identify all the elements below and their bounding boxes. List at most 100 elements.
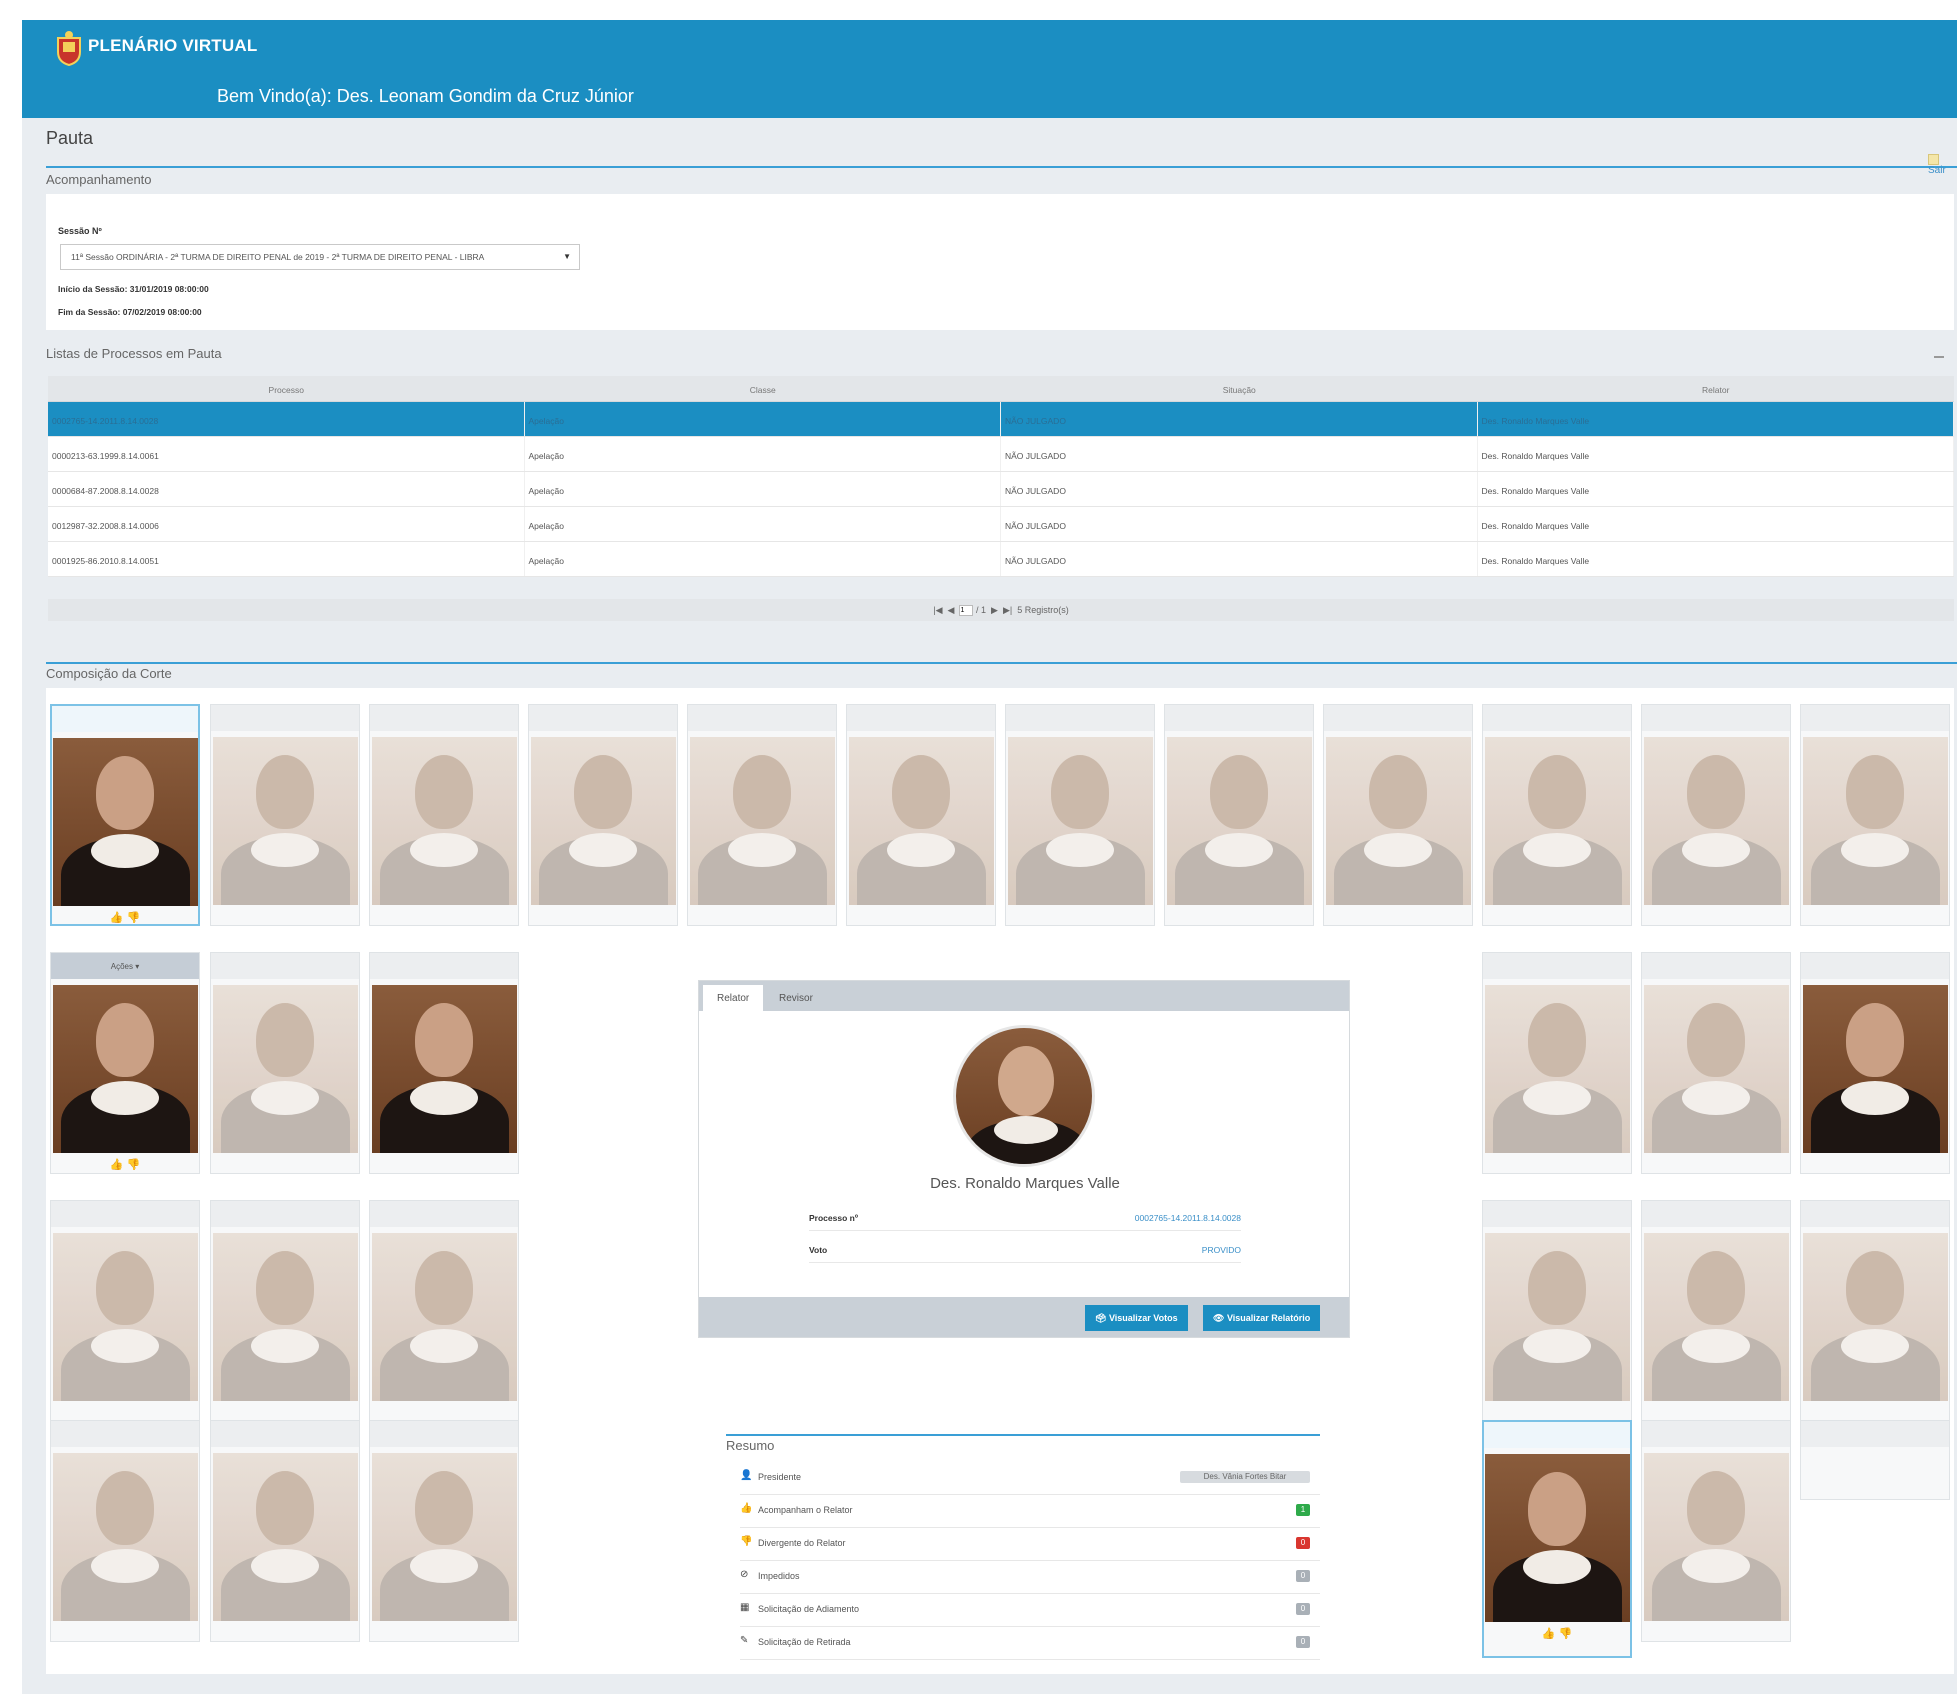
pager-records: 5 Registro(s) (1017, 605, 1069, 615)
resumo-label: Impedidos (758, 1571, 800, 1581)
judge-card[interactable] (1482, 1200, 1632, 1422)
thumbs-up-icon[interactable]: 👍 (1542, 1628, 1556, 1640)
count-badge: 0 (1296, 1537, 1310, 1549)
cell-situacao: NÃO JULGADO (1001, 507, 1478, 541)
judge-card-header (1642, 1421, 1790, 1447)
session-select[interactable]: 11ª Sessão ORDINÁRIA - 2ª TURMA DE DIREI… (60, 244, 580, 270)
judge-card[interactable]: 👍 👎 (1482, 1420, 1632, 1658)
thumbs-down-icon: 👎 (740, 1536, 753, 1547)
col-classe[interactable]: Classe (525, 376, 1002, 401)
judge-card[interactable] (369, 1200, 519, 1422)
col-processo[interactable]: Processo (48, 376, 525, 401)
count-badge: 0 (1296, 1570, 1310, 1582)
thumbs-down-icon[interactable]: 👎 (127, 912, 141, 924)
ban-icon: ⊘ (740, 1569, 749, 1580)
judge-card[interactable] (687, 704, 837, 926)
judge-photo (848, 737, 994, 905)
thumbs-down-icon[interactable]: 👎 (1559, 1628, 1573, 1640)
judge-card[interactable] (1800, 704, 1950, 926)
judge-card[interactable] (369, 704, 519, 926)
judge-card[interactable] (1482, 952, 1632, 1174)
judge-card[interactable] (1800, 1200, 1950, 1422)
judge-card[interactable] (1641, 704, 1791, 926)
pager-next-icon[interactable]: ▶ (991, 605, 998, 615)
resumo-row-acompanham: 👍 Acompanham o Relator 1 (740, 1495, 1320, 1528)
judge-card[interactable]: 👍 👎 (50, 704, 200, 926)
judge-card[interactable] (369, 952, 519, 1174)
resumo-divider (726, 1434, 1320, 1436)
judge-card[interactable] (210, 1420, 360, 1642)
judge-card[interactable] (1005, 704, 1155, 926)
judge-card[interactable] (369, 1420, 519, 1642)
cell-relator: Des. Ronaldo Marques Valle (1478, 472, 1954, 506)
visualizar-votos-button[interactable]: 🗳 Visualizar Votos (1085, 1305, 1188, 1331)
tab-relator[interactable]: Relator (703, 985, 764, 1011)
table-row[interactable]: 0012987-32.2008.8.14.0006 Apelação NÃO J… (48, 507, 1954, 542)
collapse-icon[interactable] (1934, 356, 1944, 358)
cell-processo: 0000213-63.1999.8.14.0061 (48, 437, 525, 471)
judge-card-header (370, 1201, 518, 1227)
pager-first-icon[interactable]: |◀ (933, 605, 942, 615)
thumbs-up-icon[interactable]: 👍 (110, 1159, 124, 1171)
judge-card-header (52, 706, 198, 732)
pager-page-input[interactable] (959, 605, 974, 617)
acoes-dropdown[interactable]: Ações ▾ (51, 953, 199, 979)
resumo-row-divergente: 👎 Divergente do Relator 0 (740, 1528, 1320, 1561)
resumo-row-adiamento: ▦ Solicitação de Adiamento 0 (740, 1594, 1320, 1627)
cell-situacao: NÃO JULGADO (1001, 402, 1478, 436)
judge-card-header (370, 953, 518, 979)
judge-card-empty (1800, 1420, 1950, 1500)
col-relator[interactable]: Relator (1478, 376, 1955, 401)
table-row[interactable]: 0001925-86.2010.8.14.0051 Apelação NÃO J… (48, 542, 1954, 577)
judge-card[interactable] (50, 1420, 200, 1642)
resumo-row-retirada: ✎ Solicitação de Retirada 0 (740, 1627, 1320, 1660)
judge-photo (52, 738, 198, 906)
judge-card[interactable] (210, 1200, 360, 1422)
judge-photo (52, 1233, 198, 1401)
thumbs-down-icon[interactable]: 👎 (127, 1159, 141, 1171)
eye-icon: 👁 (1213, 1313, 1227, 1323)
judge-card[interactable] (528, 704, 678, 926)
judge-card-header (1642, 1201, 1790, 1227)
judge-card-header (1801, 1201, 1949, 1227)
session-label: Sessão Nº (58, 226, 102, 236)
table-row[interactable]: 0000213-63.1999.8.14.0061 Apelação NÃO J… (48, 437, 1954, 472)
judge-card[interactable] (1641, 1420, 1791, 1642)
tab-revisor[interactable]: Revisor (765, 985, 827, 1011)
processo-link[interactable]: 0002765-14.2011.8.14.0028 (1135, 1213, 1241, 1223)
judge-card[interactable] (1800, 952, 1950, 1174)
table-row[interactable]: 0000684-87.2008.8.14.0028 Apelação NÃO J… (48, 472, 1954, 507)
thumbs-up-icon[interactable]: 👍 (110, 912, 124, 924)
judge-card[interactable] (1641, 1200, 1791, 1422)
judge-card[interactable] (1482, 704, 1632, 926)
session-start: Início da Sessão: 31/01/2019 08:00:00 (58, 284, 209, 294)
judge-card[interactable] (1323, 704, 1473, 926)
table-row-selected[interactable]: 0002765-14.2011.8.14.0028 Apelação NÃO J… (48, 402, 1954, 437)
exit-link[interactable]: Sair (1928, 154, 1957, 176)
judge-photo (1643, 737, 1789, 905)
judge-card[interactable] (1164, 704, 1314, 926)
judge-card[interactable] (846, 704, 996, 926)
visualizar-relatorio-button[interactable]: 👁 Visualizar Relatório (1203, 1305, 1321, 1331)
judge-card[interactable] (210, 952, 360, 1174)
vote-icons: 👍 👎 (52, 906, 198, 932)
col-situacao[interactable]: Situação (1001, 376, 1478, 401)
cell-processo: 0002765-14.2011.8.14.0028 (48, 402, 525, 436)
judge-card[interactable]: Ações ▾ 👍 👎 (50, 952, 200, 1174)
judge-card[interactable] (50, 1200, 200, 1422)
judge-photo (371, 985, 517, 1153)
judge-card-header (1801, 1421, 1949, 1447)
judge-card[interactable] (210, 704, 360, 926)
pager-total: / 1 (975, 605, 986, 615)
coat-of-arms-logo (57, 31, 81, 66)
judge-card-header (370, 705, 518, 731)
pager-last-icon[interactable]: ▶| (1003, 605, 1012, 615)
pager-prev-icon[interactable]: ◀ (948, 605, 955, 615)
judge-card-header (1801, 705, 1949, 731)
judge-photo (371, 737, 517, 905)
judge-card[interactable] (1641, 952, 1791, 1174)
judge-card-header (51, 1421, 199, 1447)
cell-relator: Des. Ronaldo Marques Valle (1478, 402, 1954, 436)
relator-avatar (953, 1025, 1095, 1167)
judge-card-header (1324, 705, 1472, 731)
